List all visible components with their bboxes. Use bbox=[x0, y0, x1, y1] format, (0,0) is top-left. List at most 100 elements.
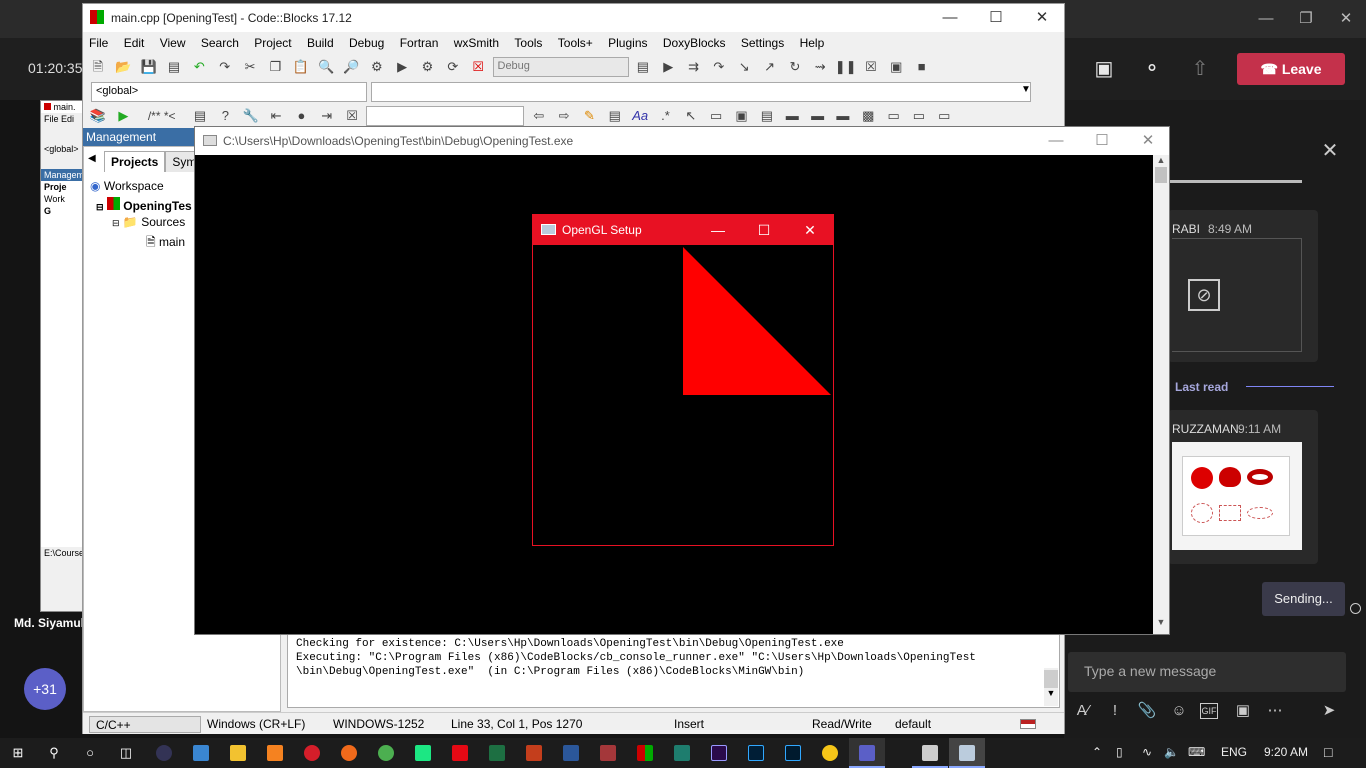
photoshop-icon[interactable] bbox=[738, 738, 774, 768]
various-info-icon[interactable]: ■ bbox=[911, 57, 933, 77]
run-to-cursor-icon[interactable]: ⇉ bbox=[683, 57, 705, 77]
app-orange-icon[interactable] bbox=[257, 738, 293, 768]
scroll-down-icon[interactable]: ▼ bbox=[1044, 688, 1058, 698]
maximize-icon[interactable]: ☐ bbox=[741, 215, 787, 245]
step-into-icon[interactable]: ↘ bbox=[733, 57, 755, 77]
menu-edit[interactable]: Edit bbox=[118, 33, 151, 53]
chrome-icon[interactable] bbox=[368, 738, 404, 768]
shape1-icon[interactable]: ▬ bbox=[781, 106, 803, 126]
paste-icon[interactable]: 📋 bbox=[290, 57, 312, 77]
tree-sources[interactable]: ⊟ 📁 Sources bbox=[112, 215, 185, 229]
next-instruction-icon[interactable]: ↻ bbox=[784, 57, 806, 77]
next-line-icon[interactable]: ↷ bbox=[708, 57, 730, 77]
undo-icon[interactable]: ↶ bbox=[188, 57, 210, 77]
replace-icon[interactable]: 🔎 bbox=[340, 57, 362, 77]
tree-project[interactable]: ⊟ OpeningTes bbox=[96, 197, 192, 213]
copy-icon[interactable]: ❐ bbox=[264, 57, 286, 77]
search-combo[interactable] bbox=[366, 106, 525, 126]
text-icon[interactable]: ▤ bbox=[756, 106, 778, 126]
jump-forward-icon[interactable]: ⇥ bbox=[316, 106, 338, 126]
menu-tools[interactable]: Tools bbox=[508, 33, 548, 53]
rebuild-icon[interactable]: ⟳ bbox=[442, 57, 464, 77]
arrow-right-icon[interactable]: ⇨ bbox=[553, 106, 575, 126]
tree-file-main[interactable]: 🗎 main bbox=[146, 233, 185, 254]
minimize-icon[interactable]: — bbox=[927, 4, 973, 32]
shape2-icon[interactable]: ▬ bbox=[807, 106, 829, 126]
stop-debug-icon[interactable]: ☒ bbox=[860, 57, 882, 77]
open-icon[interactable]: 📂 bbox=[112, 57, 134, 77]
file-explorer-icon[interactable] bbox=[220, 738, 256, 768]
log-scrollbar[interactable]: ▼ bbox=[1044, 668, 1058, 706]
scrollbar-thumb[interactable] bbox=[1044, 670, 1058, 688]
help-icon[interactable]: ? bbox=[214, 106, 236, 126]
console-scrollbar[interactable]: ▲ ▼ bbox=[1153, 155, 1169, 634]
comment-block-icon[interactable]: /** *< bbox=[138, 106, 186, 126]
gif-icon[interactable]: GIF bbox=[1200, 703, 1218, 719]
menu-help[interactable]: Help bbox=[794, 33, 831, 53]
lightroom-icon[interactable] bbox=[775, 738, 811, 768]
share-screen-icon[interactable]: ⇧ bbox=[1183, 54, 1217, 84]
chat-message-card[interactable]: RABI 8:49 AM ⊘ bbox=[1168, 210, 1318, 362]
maximize-icon[interactable]: ☐ bbox=[973, 4, 1019, 32]
shape5-icon[interactable]: ▭ bbox=[883, 106, 905, 126]
leave-call-button[interactable]: ☎ Leave bbox=[1237, 53, 1345, 85]
wrench-icon[interactable]: 🔧 bbox=[240, 106, 262, 126]
selected-text-icon[interactable]: ▤ bbox=[604, 106, 626, 126]
abort-icon[interactable]: ☒ bbox=[467, 57, 489, 77]
menu-project[interactable]: Project bbox=[248, 33, 297, 53]
shape6-icon[interactable]: ▭ bbox=[908, 106, 930, 126]
debug-windows-icon[interactable]: ▣ bbox=[885, 57, 907, 77]
mic-off-icon[interactable]: ⚬ bbox=[1135, 54, 1169, 84]
menu-build[interactable]: Build bbox=[301, 33, 340, 53]
keyboard-icon[interactable]: ⌨ bbox=[1188, 745, 1205, 759]
battery-icon[interactable]: ▯ bbox=[1116, 745, 1123, 759]
jump-back-icon[interactable]: ⇤ bbox=[265, 106, 287, 126]
clock[interactable]: 9:20 AM bbox=[1264, 745, 1308, 759]
important-icon[interactable]: ! bbox=[1104, 700, 1126, 722]
menu-tools-plus[interactable]: Tools+ bbox=[552, 33, 599, 53]
bg-edit-menu[interactable]: Edi bbox=[61, 114, 74, 124]
powerpoint-icon[interactable] bbox=[516, 738, 552, 768]
chat-message-card[interactable]: RUZZAMAN 9:11 AM bbox=[1168, 410, 1318, 564]
bg-file-menu[interactable]: File bbox=[44, 114, 59, 124]
tab-projects[interactable]: Projects bbox=[104, 151, 166, 172]
run-icon[interactable]: ▶ bbox=[391, 57, 413, 77]
chevron-left-icon[interactable]: ◀ bbox=[88, 153, 96, 164]
sun-app-icon[interactable] bbox=[812, 738, 848, 768]
extract-icon[interactable]: ▶ bbox=[112, 106, 134, 126]
app-icon[interactable] bbox=[146, 738, 182, 768]
shape3-icon[interactable]: ▬ bbox=[832, 106, 854, 126]
pointer-icon[interactable]: ↖ bbox=[680, 106, 702, 126]
cut-icon[interactable]: ✂ bbox=[239, 57, 261, 77]
send-icon[interactable]: ➤ bbox=[1318, 700, 1340, 722]
word-icon[interactable] bbox=[553, 738, 589, 768]
find-icon[interactable]: 🔍 bbox=[315, 57, 337, 77]
app-green-icon[interactable] bbox=[664, 738, 700, 768]
format-icon[interactable]: A⁄ bbox=[1072, 700, 1094, 722]
access-icon[interactable] bbox=[590, 738, 626, 768]
show-hidden-icons[interactable]: ⌃ bbox=[1092, 745, 1102, 759]
build-run-icon[interactable]: ⚙ bbox=[416, 57, 438, 77]
firefox-icon[interactable] bbox=[331, 738, 367, 768]
close-icon[interactable]: ✕ bbox=[1125, 127, 1171, 155]
compose-message-input[interactable]: Type a new message bbox=[1068, 652, 1346, 692]
menu-doxyblocks[interactable]: DoxyBlocks bbox=[657, 33, 732, 53]
windows-start-icon[interactable]: ⊞ bbox=[0, 738, 36, 768]
camera-off-icon[interactable]: ▣ bbox=[1087, 54, 1121, 84]
save-all-icon[interactable]: ▤ bbox=[163, 57, 185, 77]
close-icon[interactable]: ✕ bbox=[1019, 4, 1065, 32]
pause-icon[interactable]: ❚❚ bbox=[835, 57, 857, 77]
close-icon[interactable]: ✕ bbox=[787, 215, 833, 245]
premiere-icon[interactable] bbox=[701, 738, 737, 768]
chevron-down-icon[interactable]: ▼ bbox=[1021, 84, 1031, 95]
scope-select[interactable]: <global> bbox=[91, 82, 367, 102]
shared-image-thumbnail[interactable] bbox=[1172, 442, 1302, 550]
chm-icon[interactable]: ▤ bbox=[189, 106, 211, 126]
rectangle-icon[interactable]: ▭ bbox=[705, 106, 727, 126]
new-file-icon[interactable]: 🗎 bbox=[87, 57, 109, 77]
restore-icon[interactable]: ❐ bbox=[1286, 6, 1326, 32]
scrollbar-thumb[interactable] bbox=[1155, 167, 1167, 183]
redo-icon[interactable]: ↷ bbox=[214, 57, 236, 77]
more-options-icon[interactable]: ⋯ bbox=[1264, 700, 1286, 722]
step-instruction-icon[interactable]: ⇝ bbox=[809, 57, 831, 77]
